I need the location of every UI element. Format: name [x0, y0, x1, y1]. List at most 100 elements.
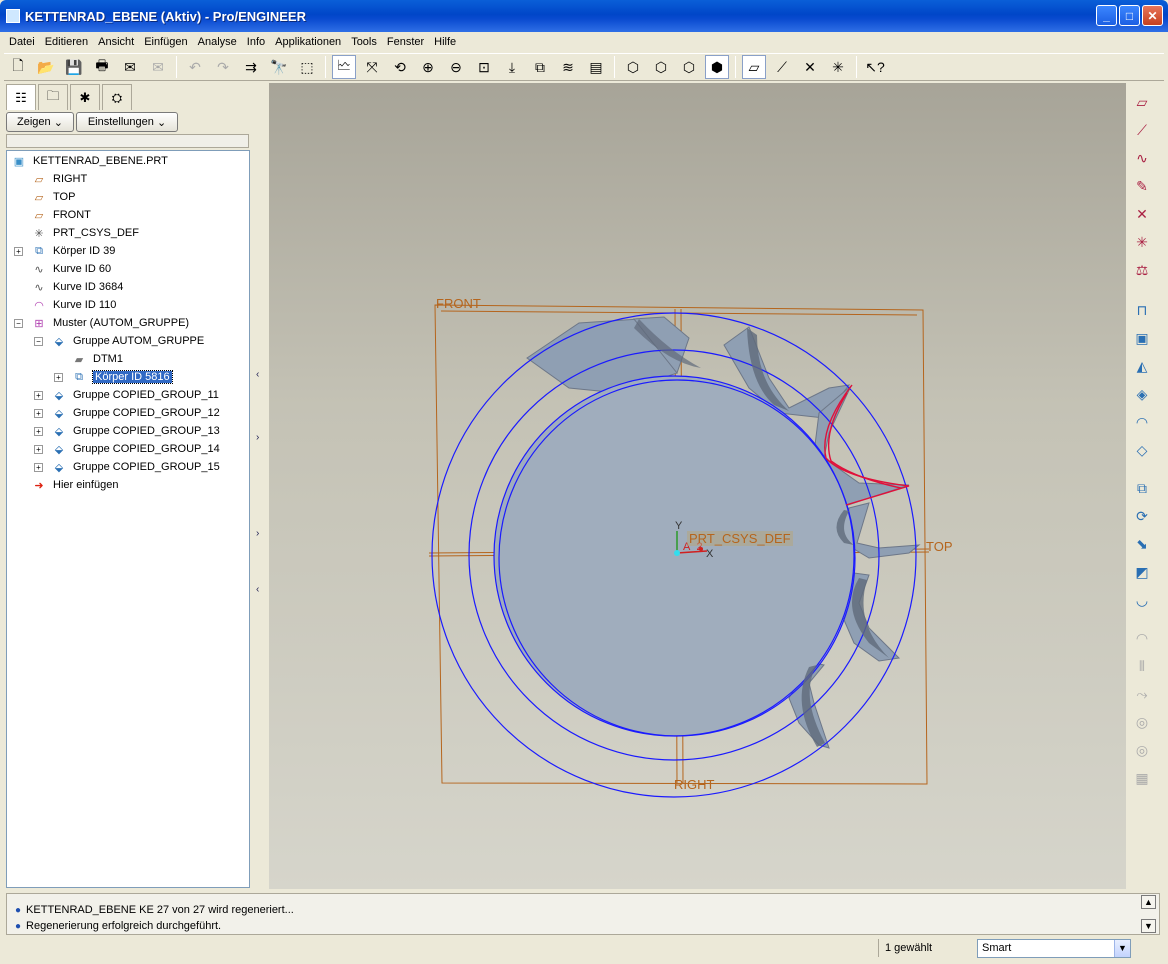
tree-item-top[interactable]: ▱ TOP [31, 188, 76, 206]
selection-box-icon[interactable]: ⬚ [295, 55, 319, 79]
collapse-toggle[interactable]: − [14, 319, 23, 328]
analysis-tool-icon[interactable]: ⚖ [1130, 258, 1154, 282]
minimize-button[interactable]: _ [1096, 5, 1117, 26]
draft-tool-icon[interactable]: ◈ [1130, 382, 1154, 406]
csys-tool-icon[interactable]: ✳ [1130, 230, 1154, 254]
maximize-button[interactable]: □ [1119, 5, 1140, 26]
surface-tool-icon[interactable]: ◡ [1130, 588, 1154, 612]
favorites-tab-icon[interactable]: ✱ [70, 84, 100, 110]
extrude-tool-icon[interactable]: ⧉ [1130, 476, 1154, 500]
menu-ansicht[interactable]: Ansicht [93, 36, 139, 48]
settings-dropdown[interactable]: Einstellungen ⌄ [76, 112, 178, 132]
print-icon[interactable]: 🖶 [90, 55, 114, 79]
menu-fenster[interactable]: Fenster [382, 36, 429, 48]
tree-item-copied-group-14[interactable]: ⬙ Gruppe COPIED_GROUP_14 [51, 440, 220, 458]
message-scrollbar[interactable]: ▲ ▼ [1141, 894, 1157, 934]
tree-item-group-autom[interactable]: ⬙ Gruppe AUTOM_GRUPPE [51, 332, 204, 350]
close-button[interactable]: ✕ [1142, 5, 1163, 26]
tree-item-curve-3684[interactable]: ∿ Kurve ID 3684 [31, 278, 123, 296]
datum-plane-display-icon[interactable]: ▱ [742, 55, 766, 79]
thicken-tool-icon[interactable]: ◎ [1130, 738, 1154, 762]
tree-item-curve-110[interactable]: ◠ Kurve ID 110 [31, 296, 116, 314]
hole-tool-icon[interactable]: ⊓ [1130, 298, 1154, 322]
tree-item-part[interactable]: ▣ KETTENRAD_EBENE.PRT [11, 152, 168, 170]
redo-icon[interactable]: ↷ [211, 55, 235, 79]
orient-mode-icon[interactable]: ⟲ [388, 55, 412, 79]
tree-item-copied-group-13[interactable]: ⬙ Gruppe COPIED_GROUP_13 [51, 422, 220, 440]
menu-analyse[interactable]: Analyse [193, 36, 242, 48]
datum-axis-tool-icon[interactable]: ⟋ [1130, 118, 1154, 142]
sketch-tool-icon[interactable]: ✎ [1130, 174, 1154, 198]
collapse-toggle[interactable]: − [34, 337, 43, 346]
menu-einfuegen[interactable]: Einfügen [139, 36, 192, 48]
collapse-arrow-icon[interactable]: ‹ [256, 584, 262, 595]
datum-plane-tool-icon[interactable]: ▱ [1130, 90, 1154, 114]
sweep-tool-icon[interactable]: ⬊ [1130, 532, 1154, 556]
revolve-tool-icon[interactable]: ⟳ [1130, 504, 1154, 528]
tree-item-copied-group-15[interactable]: ⬙ Gruppe COPIED_GROUP_15 [51, 458, 220, 476]
scroll-up-icon[interactable]: ▲ [1141, 895, 1156, 909]
no-hidden-icon[interactable]: ⬡ [677, 55, 701, 79]
spin-center-icon[interactable]: ⤧ [360, 55, 384, 79]
expand-arrow-icon[interactable]: › [256, 528, 262, 539]
saved-views-icon[interactable]: ⧉ [528, 55, 552, 79]
graphics-window[interactable]: Y X A_2 FRONT TOP RIGHT PRT_CSYS_DEF [269, 83, 1126, 889]
open-folder-icon[interactable]: 📂 [34, 55, 58, 79]
menu-applikationen[interactable]: Applikationen [270, 36, 346, 48]
expand-toggle[interactable]: + [34, 445, 43, 454]
expand-toggle[interactable]: + [34, 427, 43, 436]
repaint-icon[interactable]: 🗠 [332, 55, 356, 79]
chevron-down-icon[interactable]: ▼ [1114, 940, 1130, 957]
menu-datei[interactable]: Datei [4, 36, 40, 48]
tree-item-dtm1[interactable]: ▰ DTM1 [71, 350, 123, 368]
tree-item-body-5816[interactable]: ⧉ Körper ID 5816 [71, 368, 173, 386]
expand-toggle[interactable]: + [34, 409, 43, 418]
regenerate-icon[interactable]: ⇉ [239, 55, 263, 79]
selection-filter-select[interactable]: Smart ▼ [977, 939, 1131, 958]
tree-item-body-39[interactable]: ⧉ Körper ID 39 [31, 242, 115, 260]
expand-toggle[interactable]: + [34, 391, 43, 400]
merge-tool-icon[interactable]: ◠ [1130, 626, 1154, 650]
trim-tool-icon[interactable]: ⤳ [1130, 682, 1154, 706]
datum-curve-tool-icon[interactable]: ∿ [1130, 146, 1154, 170]
menu-info[interactable]: Info [242, 36, 270, 48]
blend-tool-icon[interactable]: ◩ [1130, 560, 1154, 584]
view-manager-icon[interactable]: ▤ [584, 55, 608, 79]
shell-tool-icon[interactable]: ▣ [1130, 326, 1154, 350]
hidden-line-icon[interactable]: ⬡ [649, 55, 673, 79]
undo-icon[interactable]: ↶ [183, 55, 207, 79]
tree-column-header[interactable] [6, 134, 249, 148]
csys-display-icon[interactable]: ✳ [826, 55, 850, 79]
send-mail-icon[interactable]: ✉ [118, 55, 142, 79]
layers-icon[interactable]: ≋ [556, 55, 580, 79]
tree-item-csys[interactable]: ✳ PRT_CSYS_DEF [31, 224, 139, 242]
tree-item-right[interactable]: ▱ RIGHT [31, 170, 87, 188]
tree-item-copied-group-12[interactable]: ⬙ Gruppe COPIED_GROUP_12 [51, 404, 220, 422]
chamfer-tool-icon[interactable]: ◇ [1130, 438, 1154, 462]
tree-item-pattern[interactable]: ⊞ Muster (AUTOM_GRUPPE) [31, 314, 189, 332]
collapse-arrow-icon[interactable]: ‹ [256, 369, 262, 380]
offset-tool-icon[interactable]: ◎ [1130, 710, 1154, 734]
refit-icon[interactable]: ⊡ [472, 55, 496, 79]
scroll-down-icon[interactable]: ▼ [1141, 919, 1156, 933]
menu-editieren[interactable]: Editieren [40, 36, 93, 48]
rib-tool-icon[interactable]: ◭ [1130, 354, 1154, 378]
datum-point-display-icon[interactable]: ✕ [798, 55, 822, 79]
mirror-tool-icon[interactable]: ⫴ [1130, 654, 1154, 678]
round-tool-icon[interactable]: ◠ [1130, 410, 1154, 434]
model-tree-tab-icon[interactable]: ☷ [6, 84, 36, 110]
show-dropdown[interactable]: Zeigen ⌄ [6, 112, 74, 132]
expand-toggle[interactable]: + [54, 373, 63, 382]
panel-splitter[interactable]: ‹ › › ‹ [252, 84, 266, 890]
zoom-in-icon[interactable]: ⊕ [416, 55, 440, 79]
tree-item-copied-group-11[interactable]: ⬙ Gruppe COPIED_GROUP_11 [51, 386, 219, 404]
expand-arrow-icon[interactable]: › [256, 432, 262, 443]
menu-tools[interactable]: Tools [346, 36, 382, 48]
save-icon[interactable]: 💾 [62, 55, 86, 79]
folder-browser-tab-icon[interactable]: 🗀 [38, 84, 68, 110]
context-help-icon[interactable]: ↖? [863, 55, 887, 79]
new-file-icon[interactable]: 🗋 [6, 55, 30, 79]
pattern-tool-icon[interactable]: ▦ [1130, 766, 1154, 790]
find-icon[interactable]: 🔭 [267, 55, 291, 79]
model-view[interactable]: Y X A_2 FRONT TOP RIGHT PRT_CSYS_DEF [269, 83, 1126, 889]
